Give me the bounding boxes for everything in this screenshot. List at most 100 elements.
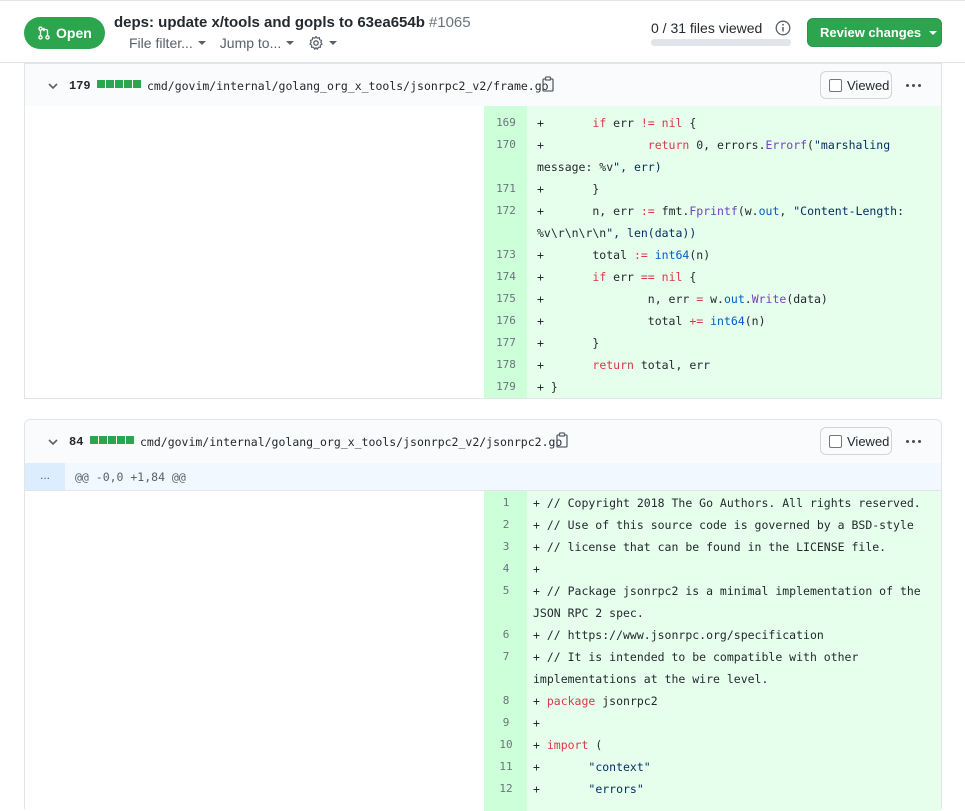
line-number[interactable]: 171 xyxy=(486,182,526,195)
info-icon[interactable] xyxy=(775,20,791,36)
diffstat-blocks xyxy=(97,80,142,88)
subnav: File filter... Jump to... xyxy=(129,35,351,51)
pull-request-icon xyxy=(38,26,50,40)
diff-settings-dropdown[interactable] xyxy=(308,35,338,51)
gear-icon xyxy=(309,35,323,50)
review-changes-label: Review changes xyxy=(820,25,922,40)
line-number[interactable]: 5 xyxy=(486,584,526,597)
file-header: 179 cmd/govim/internal/golang_org_x_tool… xyxy=(25,64,941,108)
expand-hunk-button[interactable]: ... xyxy=(25,463,65,490)
file-filter-dropdown[interactable]: File filter... xyxy=(129,35,206,51)
line-number[interactable]: 169 xyxy=(486,116,526,129)
divider xyxy=(0,0,965,1)
code-line: + xyxy=(533,716,540,730)
line-number[interactable]: 1 xyxy=(486,496,526,509)
line-number[interactable]: 4 xyxy=(486,562,526,575)
code-line: + package jsonrpc2 xyxy=(533,694,658,708)
code-line: + // Package jsonrpc2 is a minimal imple… xyxy=(533,584,921,598)
hunk-header-text: @@ -0,0 +1,84 @@ xyxy=(75,470,186,484)
code-line: + return 0, errors.Errorf("marshaling xyxy=(537,138,891,152)
line-number[interactable]: 8 xyxy=(486,694,526,707)
line-number[interactable]: 3 xyxy=(486,540,526,553)
additions-count: 84 xyxy=(69,435,84,449)
line-number[interactable]: 172 xyxy=(486,204,526,217)
file-filter-label: File filter... xyxy=(129,35,193,51)
line-number[interactable]: 173 xyxy=(486,248,526,261)
jump-to-dropdown[interactable]: Jump to... xyxy=(219,35,295,51)
file-path[interactable]: cmd/govim/internal/golang_org_x_tools/js… xyxy=(140,435,562,449)
code-line: + // https://www.jsonrpc.org/specificati… xyxy=(533,628,824,642)
caret-down-icon xyxy=(286,41,295,45)
pr-status-label: Open xyxy=(56,25,92,41)
code-line: + // Use of this source code is governed… xyxy=(533,518,914,532)
copy-icon[interactable] xyxy=(541,76,555,92)
code-line: + // license that can be found in the LI… xyxy=(533,540,887,554)
code-line: + } xyxy=(537,336,600,350)
files-viewed-count: 0 / 31 files viewed xyxy=(651,20,763,36)
checkbox[interactable] xyxy=(829,78,842,92)
code-line: + // Copyright 2018 The Go Authors. All … xyxy=(533,496,921,510)
code-line: + total += int64(n) xyxy=(537,314,766,328)
line-number[interactable]: 2 xyxy=(486,518,526,531)
pr-number: #1065 xyxy=(428,14,471,31)
diffstat-blocks xyxy=(90,436,135,444)
copy-icon[interactable] xyxy=(555,432,569,448)
code-line: + "context" xyxy=(533,760,651,774)
line-number[interactable]: 175 xyxy=(486,292,526,305)
caret-down-icon xyxy=(929,30,938,35)
code-line: + // It is intended to be compatible wit… xyxy=(533,650,859,664)
pr-title-text: deps: update x/tools and gopls to 63ea65… xyxy=(114,14,425,31)
code-line: + } xyxy=(537,182,600,196)
line-number[interactable]: 176 xyxy=(486,314,526,327)
code-line: + if err != nil { xyxy=(537,116,697,130)
code-line: + n, err = w.out.Write(data) xyxy=(537,292,828,306)
diff-left-empty xyxy=(25,491,484,811)
code-line: + n, err := fmt.Fprintf(w.out, "Content-… xyxy=(537,204,905,218)
pr-status-badge: Open xyxy=(24,17,105,49)
line-number[interactable]: 12 xyxy=(486,782,526,795)
hunk-header: ... @@ -0,0 +1,84 @@ xyxy=(25,463,941,491)
diff-left-empty xyxy=(25,106,484,398)
file-diff-jsonrpc2-go: 84 cmd/govim/internal/golang_org_x_tools… xyxy=(24,419,942,811)
line-number[interactable]: 11 xyxy=(486,760,526,773)
code-line: + total := int64(n) xyxy=(537,248,711,262)
pr-title: deps: update x/tools and gopls to 63ea65… xyxy=(114,14,471,31)
file-path[interactable]: cmd/govim/internal/golang_org_x_tools/js… xyxy=(147,79,549,93)
code-line: implementations at the wire level. xyxy=(533,672,769,686)
jump-to-label: Jump to... xyxy=(219,35,282,51)
file-diff-frame-go: 179 cmd/govim/internal/golang_org_x_tool… xyxy=(24,63,942,399)
code-line: JSON RPC 2 spec. xyxy=(533,606,644,620)
viewed-label: Viewed xyxy=(847,433,890,449)
additions-count: 179 xyxy=(69,79,91,93)
caret-down-icon xyxy=(329,41,338,45)
line-number[interactable]: 6 xyxy=(486,628,526,641)
viewed-checkbox-button[interactable]: Viewed xyxy=(820,71,892,99)
file-header: 84 cmd/govim/internal/golang_org_x_tools… xyxy=(25,420,941,464)
line-number[interactable]: 174 xyxy=(486,270,526,283)
line-number[interactable]: 177 xyxy=(486,336,526,349)
line-number[interactable]: 179 xyxy=(486,380,526,393)
line-number[interactable]: 10 xyxy=(486,738,526,751)
viewed-label: Viewed xyxy=(847,77,890,93)
review-changes-button[interactable]: Review changes xyxy=(807,18,942,47)
line-number[interactable]: 9 xyxy=(486,716,526,729)
line-number[interactable]: 7 xyxy=(486,650,526,663)
code-line: message: %v", err) xyxy=(537,160,662,174)
code-line: + "errors" xyxy=(533,782,644,796)
chevron-down-icon[interactable] xyxy=(47,80,59,92)
caret-down-icon xyxy=(197,41,206,45)
code-line: %v\r\n\r\n", len(data)) xyxy=(537,226,697,240)
line-number[interactable]: 178 xyxy=(486,358,526,371)
kebab-menu-icon[interactable] xyxy=(906,440,924,443)
pr-header: Open deps: update x/tools and gopls to 6… xyxy=(0,0,965,63)
code-line: + xyxy=(533,562,540,576)
checkbox[interactable] xyxy=(829,434,842,448)
chevron-down-icon[interactable] xyxy=(47,436,59,448)
files-viewed-progress xyxy=(651,39,791,46)
code-line: + if err == nil { xyxy=(537,270,697,284)
code-line: + import ( xyxy=(533,738,603,752)
kebab-menu-icon[interactable] xyxy=(906,84,924,87)
viewed-checkbox-button[interactable]: Viewed xyxy=(820,427,892,455)
line-number[interactable]: 170 xyxy=(486,138,526,151)
code-line: + } xyxy=(537,380,558,394)
